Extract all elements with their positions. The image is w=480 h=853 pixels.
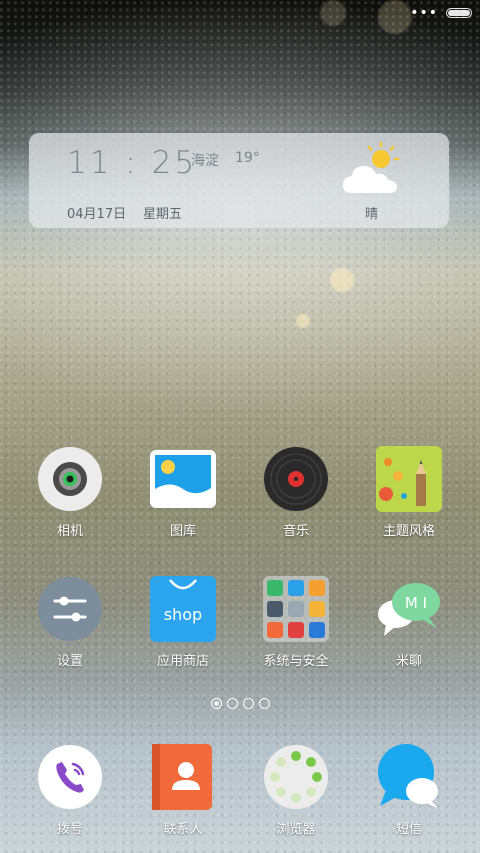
app-label: 相机 <box>56 524 83 539</box>
app-label: 拨号 <box>56 822 83 837</box>
weather-condition: 晴 <box>365 207 379 222</box>
app-themes[interactable]: 主题风格 <box>354 446 464 539</box>
page-dot[interactable] <box>226 698 238 709</box>
messages-icon <box>378 744 438 808</box>
page-dot[interactable] <box>242 698 254 709</box>
app-label: 图库 <box>169 524 196 539</box>
status-bar: ••• <box>410 5 472 21</box>
weather-temperature: 19° <box>235 150 260 166</box>
music-icon <box>264 447 328 511</box>
app-label: 米聊 <box>395 654 422 669</box>
camera-icon <box>38 447 102 511</box>
dock-contacts[interactable]: 联系人 <box>128 744 238 837</box>
folder-system-security[interactable]: 系统与安全 <box>241 576 351 669</box>
store-logo-text: shop <box>164 605 202 624</box>
clock-weather-widget[interactable]: 11 : 25 海淀 19° 04月17日 星期五 晴 <box>29 133 449 228</box>
contacts-icon <box>152 744 212 810</box>
wallpaper-bokeh <box>296 314 310 328</box>
app-mitalk[interactable]: M I 米聊 <box>354 576 464 669</box>
mitalk-logo-text: M I <box>405 594 427 612</box>
app-store-icon: shop <box>150 576 216 642</box>
wallpaper-bokeh <box>330 268 354 292</box>
dock-browser[interactable]: 浏览器 <box>241 744 351 837</box>
more-indicator: ••• <box>410 5 438 21</box>
clock-date: 04月17日 <box>67 207 127 222</box>
app-label: 短信 <box>395 822 422 837</box>
wallpaper-texture <box>0 0 480 853</box>
wallpaper-bokeh <box>378 0 412 34</box>
mitalk-icon: M I <box>378 583 440 636</box>
dock-messages[interactable]: 短信 <box>354 744 464 837</box>
clock-weekday: 星期五 <box>143 207 183 222</box>
battery-icon <box>446 8 472 18</box>
dock-phone[interactable]: 拨号 <box>15 744 125 837</box>
weather-location: 海淀 <box>191 153 219 169</box>
page-dot[interactable] <box>258 698 270 709</box>
app-label: 联系人 <box>163 822 203 837</box>
clock-time: 11 : 25 <box>67 145 198 181</box>
app-label: 主题风格 <box>382 524 435 539</box>
gallery-icon <box>150 450 216 508</box>
app-label: 应用商店 <box>156 654 209 669</box>
app-camera[interactable]: 相机 <box>15 446 125 539</box>
app-label: 浏览器 <box>276 822 316 837</box>
settings-icon <box>38 577 102 641</box>
app-store[interactable]: shop 应用商店 <box>128 576 238 669</box>
wallpaper-bokeh <box>320 0 346 26</box>
app-settings[interactable]: 设置 <box>15 576 125 669</box>
app-gallery[interactable]: 图库 <box>128 446 238 539</box>
app-label: 音乐 <box>282 524 309 539</box>
phone-icon <box>38 745 102 809</box>
browser-icon <box>264 745 328 809</box>
partly-sunny-icon <box>343 141 400 193</box>
app-music[interactable]: 音乐 <box>241 446 351 539</box>
system-folder-icon <box>263 576 329 642</box>
themes-icon <box>376 446 442 512</box>
app-label: 设置 <box>56 654 83 669</box>
page-dot-active[interactable] <box>210 698 222 709</box>
page-indicator[interactable] <box>0 698 480 709</box>
app-label: 系统与安全 <box>263 654 329 669</box>
